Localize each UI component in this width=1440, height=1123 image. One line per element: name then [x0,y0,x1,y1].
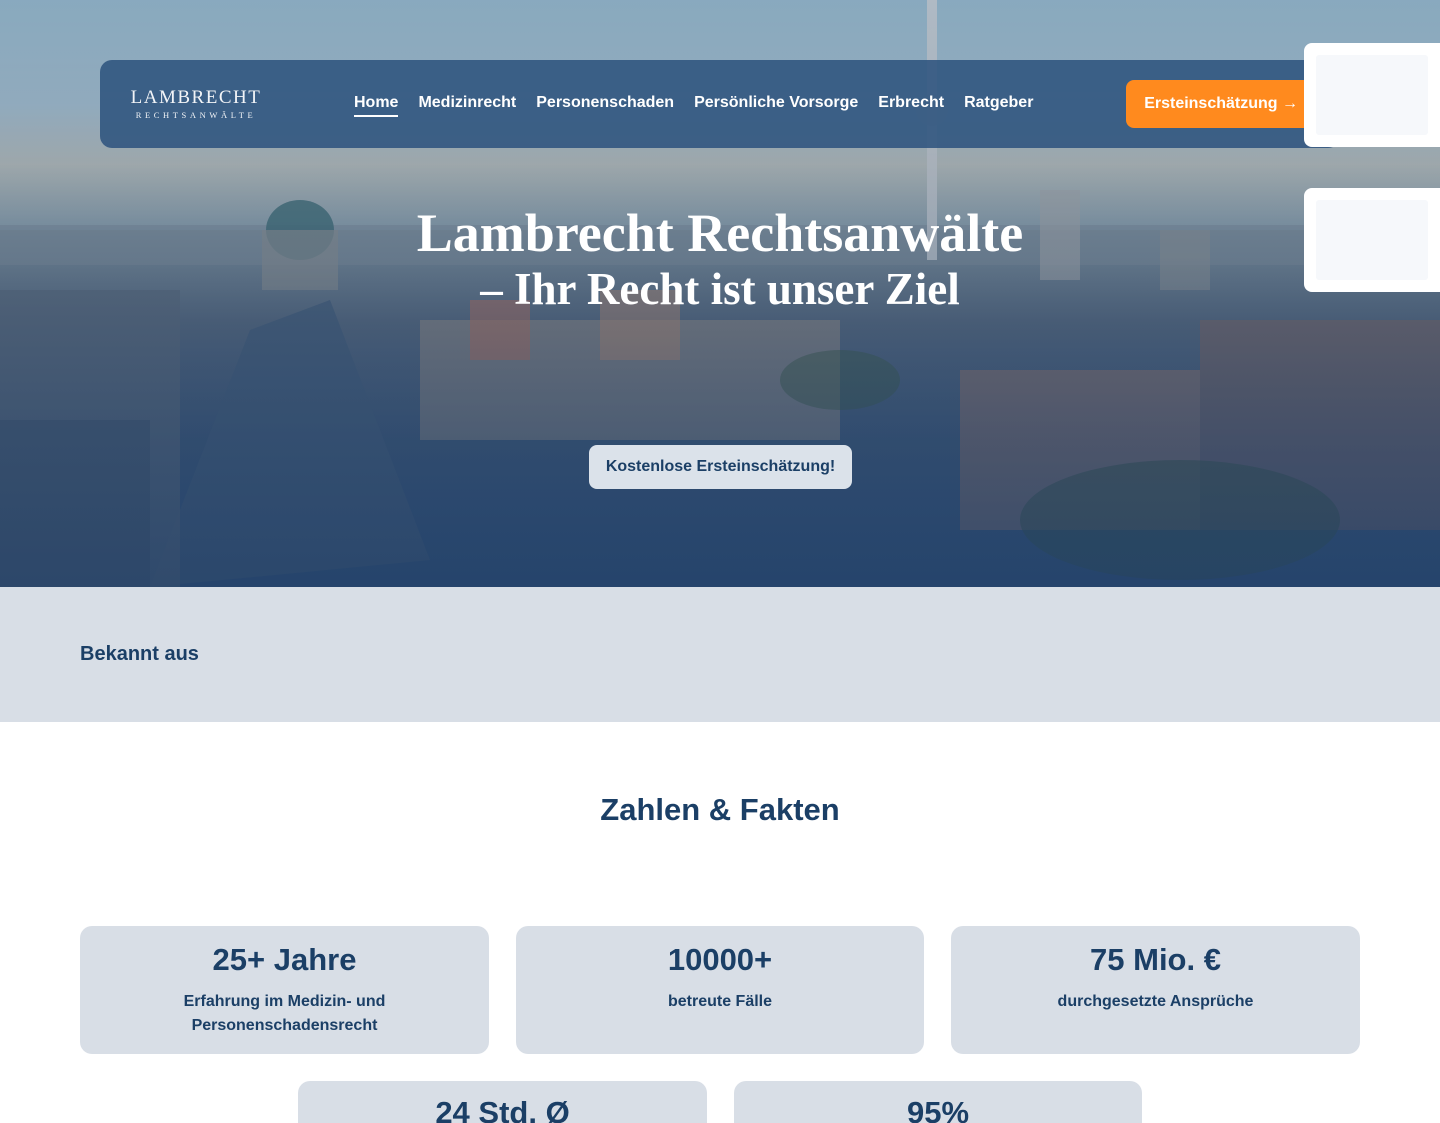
nav-link-ratgeber[interactable]: Ratgeber [964,91,1033,117]
kostenlose-ersteinschaetzung-button[interactable]: Kostenlose Ersteinschätzung! [589,445,852,489]
bekannt-aus-section: Bekannt aus [0,587,1440,722]
main-navbar: LAMBRECHT RECHTSANWÄLTE Home Medizinrech… [100,60,1340,148]
nav-link-medizinrecht[interactable]: Medizinrecht [418,91,516,117]
site-logo[interactable]: LAMBRECHT RECHTSANWÄLTE [126,86,266,121]
fact-value: 95% [906,1095,970,1123]
facts-heading: Zahlen & Fakten [600,792,840,827]
hero-title-line2: – Ihr Recht ist unser Ziel [480,264,960,314]
ersteinschaetzung-button[interactable]: Ersteinschätzung → [1126,80,1316,128]
nav-links: Home Medizinrecht Personenschaden Persön… [354,91,1033,117]
hero-title-line1: Lambrecht Rechtsanwälte [416,203,1024,263]
fact-card-response-time: 24 Std. Ø [298,1081,707,1123]
fact-card-experience: 25+ Jahre Erfahrung im Medizin- und Pers… [80,926,489,1054]
logo-tagline: RECHTSANWÄLTE [135,109,257,120]
nav-link-personenschaden[interactable]: Personenschaden [536,91,674,117]
fact-value: 24 Std. Ø [435,1095,570,1123]
side-widget-1[interactable] [1304,43,1440,147]
fact-card-cases: 10000+ betreute Fälle [516,926,924,1054]
nav-link-persoenliche-vorsorge[interactable]: Persönliche Vorsorge [694,91,858,117]
hero-title: Lambrecht Rechtsanwälte – Ihr Recht ist … [0,202,1440,314]
fact-value: 75 Mio. € [1090,942,1221,977]
fact-value: 25+ Jahre [212,942,357,977]
fact-value: 10000+ [667,942,773,977]
fact-card-success-rate: 95% [734,1081,1142,1123]
fact-label: betreute Fälle [667,993,773,1010]
logo-wordmark: LAMBRECHT [130,86,262,108]
ersteinschaetzung-button-label: Ersteinschätzung → [1144,95,1298,112]
bekannt-aus-heading: Bekannt aus [80,643,199,665]
fact-card-claims: 75 Mio. € durchgesetzte Ansprüche [951,926,1360,1054]
nav-link-erbrecht[interactable]: Erbrecht [878,91,944,117]
fact-label: Erfahrung im Medizin- und Personenschade… [183,993,386,1034]
side-widget-1-placeholder [1316,55,1428,135]
hero-section: LAMBRECHT RECHTSANWÄLTE Home Medizinrech… [0,0,1440,587]
nav-link-home[interactable]: Home [354,91,399,117]
fact-label: durchgesetzte Ansprüche [1057,993,1254,1010]
